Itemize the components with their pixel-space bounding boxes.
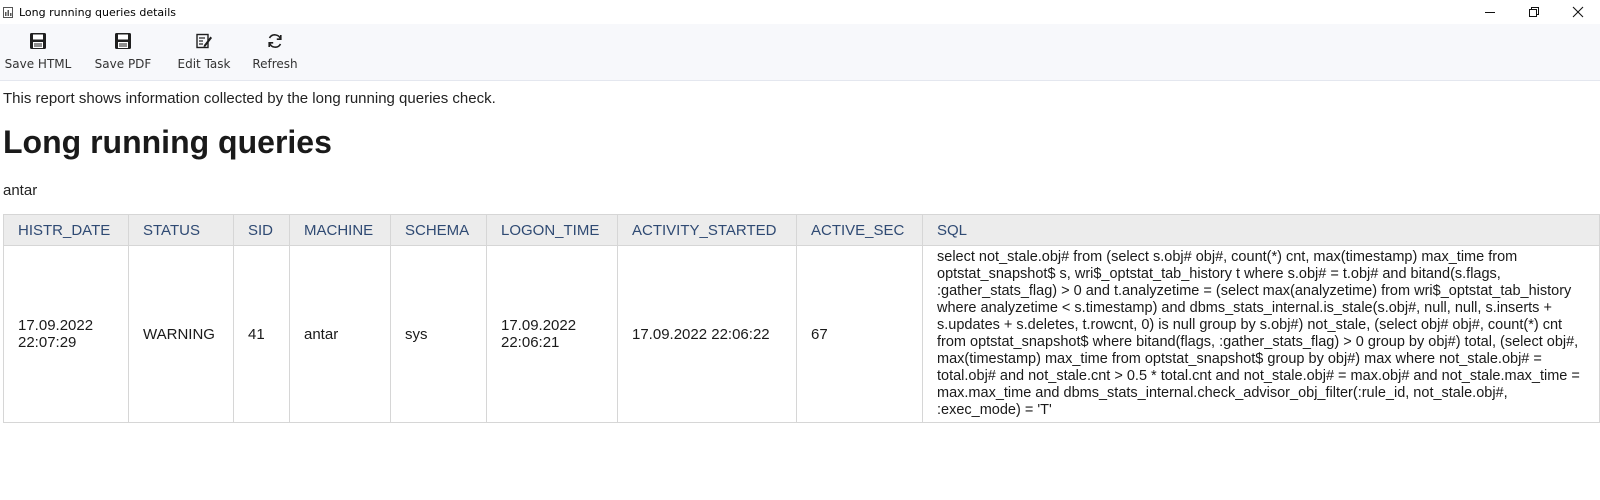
cell-status: WARNING [128,245,234,423]
edit-task-button[interactable]: Edit Task [175,24,233,74]
cell-active-sec: 67 [796,245,923,423]
refresh-icon [264,30,286,52]
restore-icon [1529,7,1539,17]
page-title: Long running queries [3,124,332,160]
minimize-button[interactable] [1468,0,1512,24]
cell-activity-started: 17.09.2022 22:06:22 [617,245,797,423]
column-header-schema: SCHEMA [390,214,487,246]
column-header-histr-date: HISTR_DATE [3,214,129,246]
cell-sql: select not_stale.obj# from (select s.obj… [922,245,1600,423]
column-header-sql: SQL [922,214,1600,246]
restore-button[interactable] [1512,0,1556,24]
column-header-machine: MACHINE [289,214,391,246]
floppy-disk-icon [27,30,49,52]
window-title: Long running queries details [19,5,177,19]
toolbar: Save HTML Save PDF Edit Task Refresh [0,24,1600,81]
floppy-disk-icon [112,30,134,52]
cell-sid: 41 [233,245,290,423]
queries-table: HISTR_DATE STATUS SID MACHINE SCHEMA LOG… [3,214,1600,423]
save-pdf-button[interactable]: Save PDF [94,24,152,74]
column-header-active-sec: ACTIVE_SEC [796,214,923,246]
report-icon [3,6,13,18]
refresh-label: Refresh [252,57,298,71]
refresh-button[interactable]: Refresh [249,24,301,74]
edit-task-label: Edit Task [177,57,231,71]
column-header-activity-started: ACTIVITY_STARTED [617,214,797,246]
close-button[interactable] [1556,0,1600,24]
minimize-icon [1485,12,1495,13]
table-row: 17.09.2022 22:07:29 WARNING 41 antar sys… [3,245,1600,423]
column-header-logon-time: LOGON_TIME [486,214,618,246]
column-header-sid: SID [233,214,290,246]
cell-machine: antar [289,245,391,423]
save-html-label: Save HTML [4,57,72,71]
host-name: antar [3,182,38,199]
cell-schema: sys [390,245,487,423]
save-html-button[interactable]: Save HTML [4,24,72,74]
edit-icon [193,30,215,52]
title-bar: Long running queries details [0,0,1600,24]
cell-histr-date: 17.09.2022 22:07:29 [3,245,129,423]
report-intro: This report shows information collected … [3,90,496,107]
cell-logon-time: 17.09.2022 22:06:21 [486,245,618,423]
save-pdf-label: Save PDF [94,57,152,71]
close-icon [1572,6,1584,18]
table-header-row: HISTR_DATE STATUS SID MACHINE SCHEMA LOG… [3,214,1600,246]
column-header-status: STATUS [128,214,234,246]
window-controls [1468,0,1600,24]
